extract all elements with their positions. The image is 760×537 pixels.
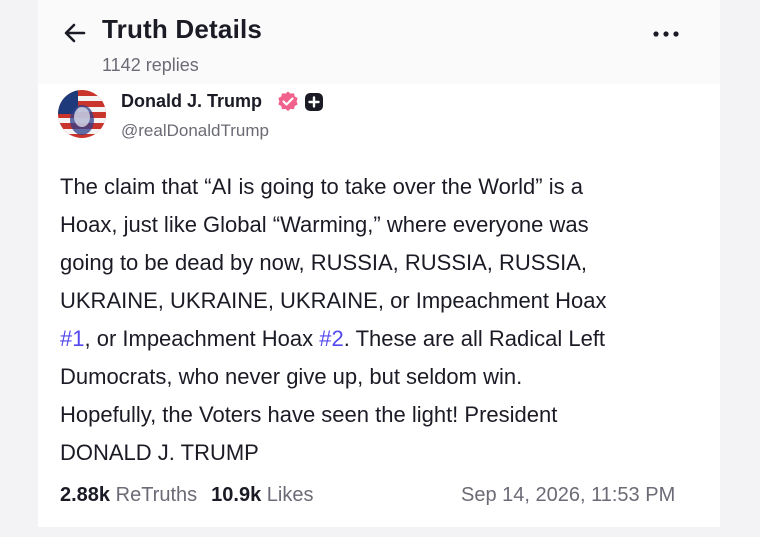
post-stats: 2.88k ReTruths 10.9k Likes [60,484,313,507]
page-title: Truth Details [102,14,263,44]
verified-badge-icon [278,91,298,111]
post-detail-card: Truth Details 1142 replies Donald J. Tru… [38,0,720,527]
retruths-count: 2.88k [60,484,111,506]
replies-count: 1142 replies [102,55,199,75]
more-horizontal-icon[interactable] [650,24,682,44]
post-text-part: The claim that “AI is going to take over… [60,174,607,313]
author-name[interactable]: Donald J. Trump [121,91,262,112]
post-text: The claim that “AI is going to take over… [60,168,705,472]
retruths-label: ReTruths [115,484,198,506]
post-text-part: , or Impeachment Hoax [84,326,320,351]
likes-stat[interactable]: 10.9k Likes [211,484,313,506]
page-header: Truth Details 1142 replies [38,0,720,84]
avatar[interactable] [58,90,106,138]
post-timestamp: Sep 14, 2026, 11:53 PM [461,484,676,506]
hashtag-link[interactable]: #2 [319,326,343,351]
arrow-left-icon[interactable] [62,20,88,46]
retruths-stat[interactable]: 2.88k ReTruths [60,484,197,506]
likes-label: Likes [266,484,314,506]
author-handle[interactable]: @realDonaldTrump [121,121,269,141]
hashtag-link[interactable]: #1 [60,326,84,351]
plus-badge-icon [305,93,323,111]
likes-count: 10.9k [211,484,262,506]
